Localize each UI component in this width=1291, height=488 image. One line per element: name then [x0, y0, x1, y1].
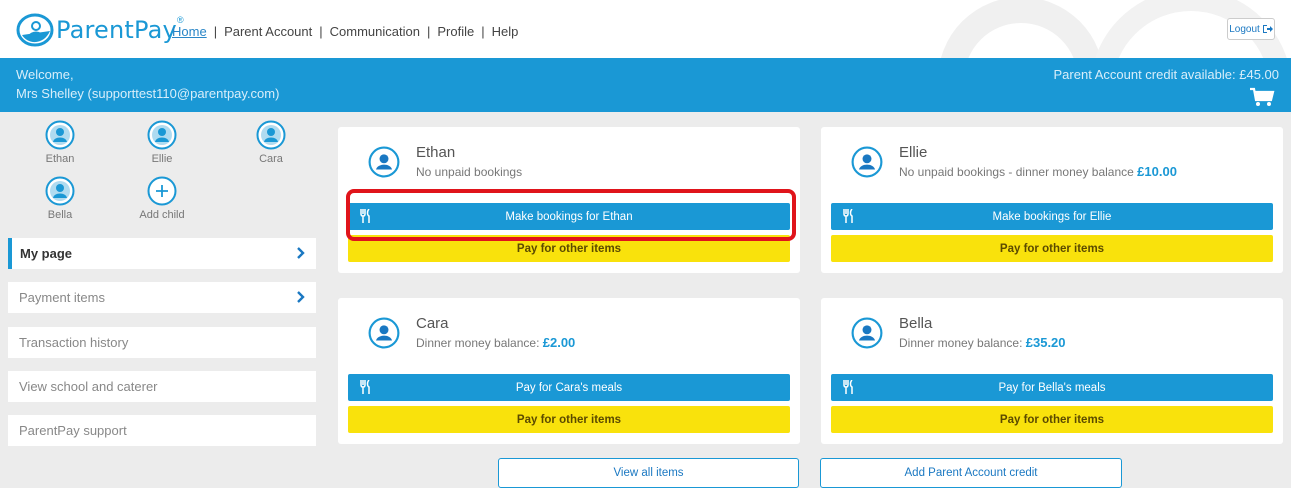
nav-separator: | — [426, 24, 431, 39]
button-label: Pay for Cara's meals — [515, 381, 623, 394]
sidebar-item-payment-items[interactable]: Payment items — [8, 282, 316, 313]
make-bookings-ethan-button[interactable]: Make bookings for Ethan — [348, 203, 790, 230]
logout-icon — [1262, 25, 1273, 33]
add-child-button[interactable]: Add child — [127, 176, 197, 221]
nav-home[interactable]: Home — [172, 24, 207, 39]
button-label: Add Parent Account credit — [904, 467, 1038, 479]
chevron-right-icon — [297, 247, 305, 259]
cutlery-icon — [843, 380, 853, 394]
nav-parent-account[interactable]: Parent Account — [224, 24, 312, 39]
sidebar-item-label: View school and caterer — [19, 379, 158, 394]
child-name: Ethan — [45, 153, 75, 165]
main-nav: Home | Parent Account | Communication | … — [172, 24, 518, 39]
child-avatar-icon — [147, 120, 177, 150]
child-card-status: No unpaid bookings - dinner money balanc… — [899, 164, 1177, 179]
dinner-money-balance: £10.00 — [1137, 164, 1177, 179]
chevron-right-icon — [297, 291, 305, 303]
child-ethan[interactable]: Ethan — [25, 120, 95, 165]
pay-for-other-items-ethan-button[interactable]: Pay for other items — [348, 235, 790, 262]
pay-for-other-items-ellie-button[interactable]: Pay for other items — [831, 235, 1273, 262]
sidebar-item-label: Payment items — [19, 290, 105, 305]
child-avatar-icon — [45, 120, 75, 150]
child-card-name: Ellie — [899, 144, 928, 161]
nav-communication[interactable]: Communication — [330, 24, 420, 39]
child-card-name: Bella — [899, 315, 933, 332]
add-parent-account-credit-button[interactable]: Add Parent Account credit — [820, 458, 1122, 488]
parentpay-logo-icon — [16, 13, 54, 47]
child-name: Ellie — [151, 153, 173, 165]
child-avatar-icon — [851, 317, 883, 349]
button-label: Pay for other items — [999, 413, 1105, 426]
button-label: Make bookings for Ellie — [992, 210, 1112, 223]
nav-separator: | — [481, 24, 485, 39]
plus-circle-icon — [147, 176, 177, 206]
button-label: Pay for Bella's meals — [998, 381, 1106, 394]
welcome-banner: Welcome, Mrs Shelley (supporttest110@par… — [0, 58, 1291, 112]
child-ellie[interactable]: Ellie — [127, 120, 197, 165]
top-navigation-bar: ParentPay ® Home | Parent Account | Comm… — [0, 0, 1291, 58]
child-avatar-icon — [851, 146, 883, 178]
cutlery-icon — [843, 209, 853, 223]
sidebar-item-parentpay-support[interactable]: ParentPay support — [8, 415, 316, 446]
child-card-status: No unpaid bookings — [416, 165, 523, 179]
pay-for-bella-meals-button[interactable]: Pay for Bella's meals — [831, 374, 1273, 401]
child-card-bella: Bella Dinner money balance: £35.20 Pay f… — [821, 298, 1283, 444]
sidebar-item-my-page[interactable]: My page — [8, 238, 316, 269]
button-label: View all items — [613, 467, 684, 479]
sidebar-item-transaction-history[interactable]: Transaction history — [8, 327, 316, 358]
cutlery-icon — [360, 209, 370, 223]
add-child-label: Add child — [139, 209, 185, 221]
make-bookings-ellie-button[interactable]: Make bookings for Ellie — [831, 203, 1273, 230]
child-card-name: Cara — [416, 315, 449, 332]
pay-for-cara-meals-button[interactable]: Pay for Cara's meals — [348, 374, 790, 401]
nav-separator: | — [213, 24, 218, 39]
child-name: Cara — [259, 153, 283, 165]
nav-help[interactable]: Help — [492, 24, 519, 39]
button-label: Pay for other items — [516, 242, 622, 255]
child-card-ethan: Ethan No unpaid bookings Make bookings f… — [338, 127, 800, 273]
sidebar-item-label: Transaction history — [19, 335, 129, 350]
child-name: Bella — [47, 209, 73, 221]
sidebar-item-view-school-and-caterer[interactable]: View school and caterer — [8, 371, 316, 402]
background-arcs-decoration — [941, 0, 1287, 58]
sidebar-item-label: My page — [20, 246, 73, 261]
child-avatar-icon — [368, 317, 400, 349]
children-selector: Ethan Ellie Cara Bella Add child — [8, 120, 316, 232]
button-label: Make bookings for Ethan — [505, 210, 633, 223]
credit-available: Parent Account credit available: £45.00 — [1053, 67, 1279, 82]
logout-button[interactable]: Logout — [1227, 18, 1275, 40]
parentpay-logo[interactable]: ParentPay ® — [16, 13, 184, 47]
user-name: Mrs Shelley (supporttest110@parentpay.co… — [16, 86, 280, 101]
child-card-status: Dinner money balance: £35.20 — [899, 335, 1066, 350]
button-label: Pay for other items — [999, 242, 1105, 255]
button-label: Pay for other items — [516, 413, 622, 426]
logout-label: Logout — [1229, 23, 1260, 35]
child-card-status: Dinner money balance: £2.00 — [416, 335, 576, 350]
brand-name: ParentPay — [56, 16, 177, 44]
sidebar-item-label: ParentPay support — [19, 423, 127, 438]
nav-profile[interactable]: Profile — [437, 24, 474, 39]
nav-separator: | — [319, 24, 323, 39]
view-all-items-button[interactable]: View all items — [498, 458, 799, 488]
child-bella[interactable]: Bella — [25, 176, 95, 221]
child-cara[interactable]: Cara — [236, 120, 306, 165]
pay-for-other-items-cara-button[interactable]: Pay for other items — [348, 406, 790, 433]
child-card-name: Ethan — [416, 144, 456, 161]
child-avatar-icon — [45, 176, 75, 206]
child-card-ellie: Ellie No unpaid bookings - dinner money … — [821, 127, 1283, 273]
welcome-text: Welcome, — [16, 67, 74, 82]
dinner-money-balance: £2.00 — [542, 335, 576, 350]
pay-for-other-items-bella-button[interactable]: Pay for other items — [831, 406, 1273, 433]
child-card-cara: Cara Dinner money balance: £2.00 Pay for… — [338, 298, 800, 444]
cutlery-icon — [360, 380, 370, 394]
shopping-cart-icon[interactable] — [1249, 87, 1275, 107]
dinner-money-balance: £35.20 — [1025, 335, 1066, 350]
child-avatar-icon — [256, 120, 286, 150]
child-avatar-icon — [368, 146, 400, 178]
